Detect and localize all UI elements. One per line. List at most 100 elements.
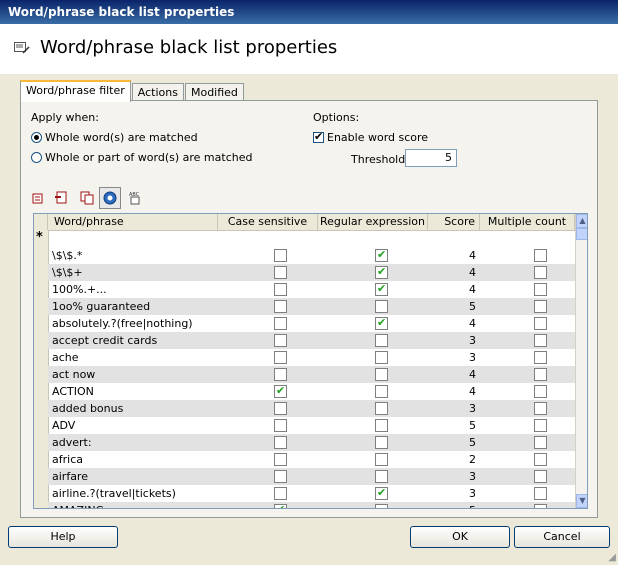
regex-checkbox[interactable]	[375, 453, 388, 466]
cell-phrase[interactable]: 100%.+...	[52, 281, 107, 298]
case-sensitive-checkbox[interactable]	[274, 300, 287, 313]
regex-checkbox[interactable]	[375, 402, 388, 415]
cell-phrase[interactable]: ache	[52, 349, 79, 366]
cell-phrase[interactable]: accept credit cards	[52, 332, 157, 349]
regex-checkbox[interactable]	[375, 470, 388, 483]
multiple-count-checkbox[interactable]	[534, 487, 547, 500]
table-row[interactable]: accept credit cards 3	[48, 332, 575, 349]
col-header-regex[interactable]: Regular expression	[318, 214, 428, 230]
enable-score-label[interactable]: Enable word score	[327, 131, 428, 144]
case-sensitive-checkbox[interactable]	[274, 402, 287, 415]
regex-checkbox[interactable]	[375, 385, 388, 398]
spellcheck-icon[interactable]: ABC	[127, 190, 143, 206]
cell-phrase[interactable]: added bonus	[52, 400, 123, 417]
scroll-thumb[interactable]	[576, 228, 587, 240]
insert-icon[interactable]	[53, 190, 69, 206]
regex-checkbox[interactable]	[375, 419, 388, 432]
table-row[interactable]: 100%.+... ✔ 4	[48, 281, 575, 298]
help-button[interactable]: Help	[8, 526, 118, 548]
scroll-up-icon[interactable]: ▲	[576, 214, 587, 228]
cell-score[interactable]: 5	[428, 298, 476, 315]
scroll-down-icon[interactable]: ▼	[576, 494, 587, 508]
case-sensitive-checkbox[interactable]	[274, 249, 287, 262]
table-row[interactable]: 1oo% guaranteed 5	[48, 298, 575, 315]
cell-score[interactable]: 2	[428, 451, 476, 468]
cell-score[interactable]: 4	[428, 383, 476, 400]
regex-checkbox[interactable]: ✔	[375, 486, 388, 500]
multiple-count-checkbox[interactable]	[534, 385, 547, 398]
cell-phrase[interactable]: airfare	[52, 468, 88, 485]
tab-modified[interactable]: Modified	[184, 83, 244, 101]
ok-button[interactable]: OK	[410, 526, 510, 548]
multiple-count-checkbox[interactable]	[534, 283, 547, 296]
tab-word-phrase-filter[interactable]: Word/phrase filter	[20, 80, 131, 102]
table-row[interactable]: \$\$+ ✔ 4	[48, 264, 575, 281]
cell-phrase[interactable]: \$\$.*	[52, 247, 82, 264]
multiple-count-checkbox[interactable]	[534, 419, 547, 432]
col-header-score[interactable]: Score	[428, 214, 480, 230]
table-row[interactable]: africa 2	[48, 451, 575, 468]
multiple-count-checkbox[interactable]	[534, 317, 547, 330]
cell-score[interactable]: 4	[428, 264, 476, 281]
table-row[interactable]: ache 3	[48, 349, 575, 366]
cell-phrase[interactable]: ACTION	[52, 383, 94, 400]
regex-checkbox[interactable]	[375, 368, 388, 381]
table-row[interactable]: added bonus 3	[48, 400, 575, 417]
regex-checkbox[interactable]: ✔	[375, 282, 388, 296]
radio-whole-word[interactable]	[31, 132, 42, 143]
cell-score[interactable]: 3	[428, 349, 476, 366]
cell-score[interactable]: 3	[428, 332, 476, 349]
table-row[interactable]: act now 4	[48, 366, 575, 383]
grid-scrollbar[interactable]: ▲ ▼	[575, 214, 587, 508]
cell-score[interactable]: 5	[428, 417, 476, 434]
case-sensitive-checkbox[interactable]	[274, 368, 287, 381]
col-header-case[interactable]: Case sensitive	[218, 214, 318, 230]
case-sensitive-checkbox[interactable]	[274, 283, 287, 296]
cell-score[interactable]: 4	[428, 315, 476, 332]
cell-phrase[interactable]: ADV	[52, 417, 75, 434]
case-sensitive-checkbox[interactable]: ✔	[274, 384, 287, 398]
settings-icon[interactable]	[99, 187, 121, 209]
multiple-count-checkbox[interactable]	[534, 402, 547, 415]
case-sensitive-checkbox[interactable]	[274, 419, 287, 432]
cell-score[interactable]: 4	[428, 281, 476, 298]
resize-grip-icon[interactable]: ◢	[608, 552, 616, 563]
table-row[interactable]: advert: 5	[48, 434, 575, 451]
cell-phrase[interactable]: act now	[52, 366, 95, 383]
multiple-count-checkbox[interactable]	[534, 249, 547, 262]
case-sensitive-checkbox[interactable]	[274, 317, 287, 330]
multiple-count-checkbox[interactable]	[534, 453, 547, 466]
regex-checkbox[interactable]	[375, 351, 388, 364]
radio-whole-word-label[interactable]: Whole word(s) are matched	[45, 131, 198, 144]
add-icon[interactable]	[31, 190, 47, 206]
cell-phrase[interactable]: airline.?(travel|tickets)	[52, 485, 176, 502]
multiple-count-checkbox[interactable]	[534, 436, 547, 449]
multiple-count-checkbox[interactable]	[534, 266, 547, 279]
multiple-count-checkbox[interactable]	[534, 470, 547, 483]
cell-score[interactable]: 4	[428, 247, 476, 264]
case-sensitive-checkbox[interactable]	[274, 453, 287, 466]
regex-checkbox[interactable]	[375, 436, 388, 449]
cell-phrase[interactable]: AMAZING	[52, 502, 104, 508]
enable-score-checkbox[interactable]: ✔	[313, 130, 324, 143]
case-sensitive-checkbox[interactable]	[274, 487, 287, 500]
case-sensitive-checkbox[interactable]	[274, 351, 287, 364]
regex-checkbox[interactable]: ✔	[375, 248, 388, 262]
multiple-count-checkbox[interactable]	[534, 368, 547, 381]
radio-part-word[interactable]	[31, 152, 42, 163]
table-row[interactable]: \$\$.* ✔ 4	[48, 247, 575, 264]
case-sensitive-checkbox[interactable]: ✔	[274, 503, 287, 508]
cell-phrase[interactable]: \$\$+	[52, 264, 83, 281]
case-sensitive-checkbox[interactable]	[274, 266, 287, 279]
multiple-count-checkbox[interactable]	[534, 351, 547, 364]
table-row[interactable]: AMAZING ✔ 5	[48, 502, 575, 508]
tab-actions[interactable]: Actions	[131, 83, 184, 101]
cell-score[interactable]: 3	[428, 400, 476, 417]
table-row[interactable]: airline.?(travel|tickets) ✔ 3	[48, 485, 575, 502]
multiple-count-checkbox[interactable]	[534, 300, 547, 313]
table-row[interactable]: absolutely.?(free|nothing) ✔ 4	[48, 315, 575, 332]
col-header-multi[interactable]: Multiple count	[480, 214, 575, 230]
multiple-count-checkbox[interactable]	[534, 334, 547, 347]
case-sensitive-checkbox[interactable]	[274, 470, 287, 483]
table-row[interactable]: ADV 5	[48, 417, 575, 434]
